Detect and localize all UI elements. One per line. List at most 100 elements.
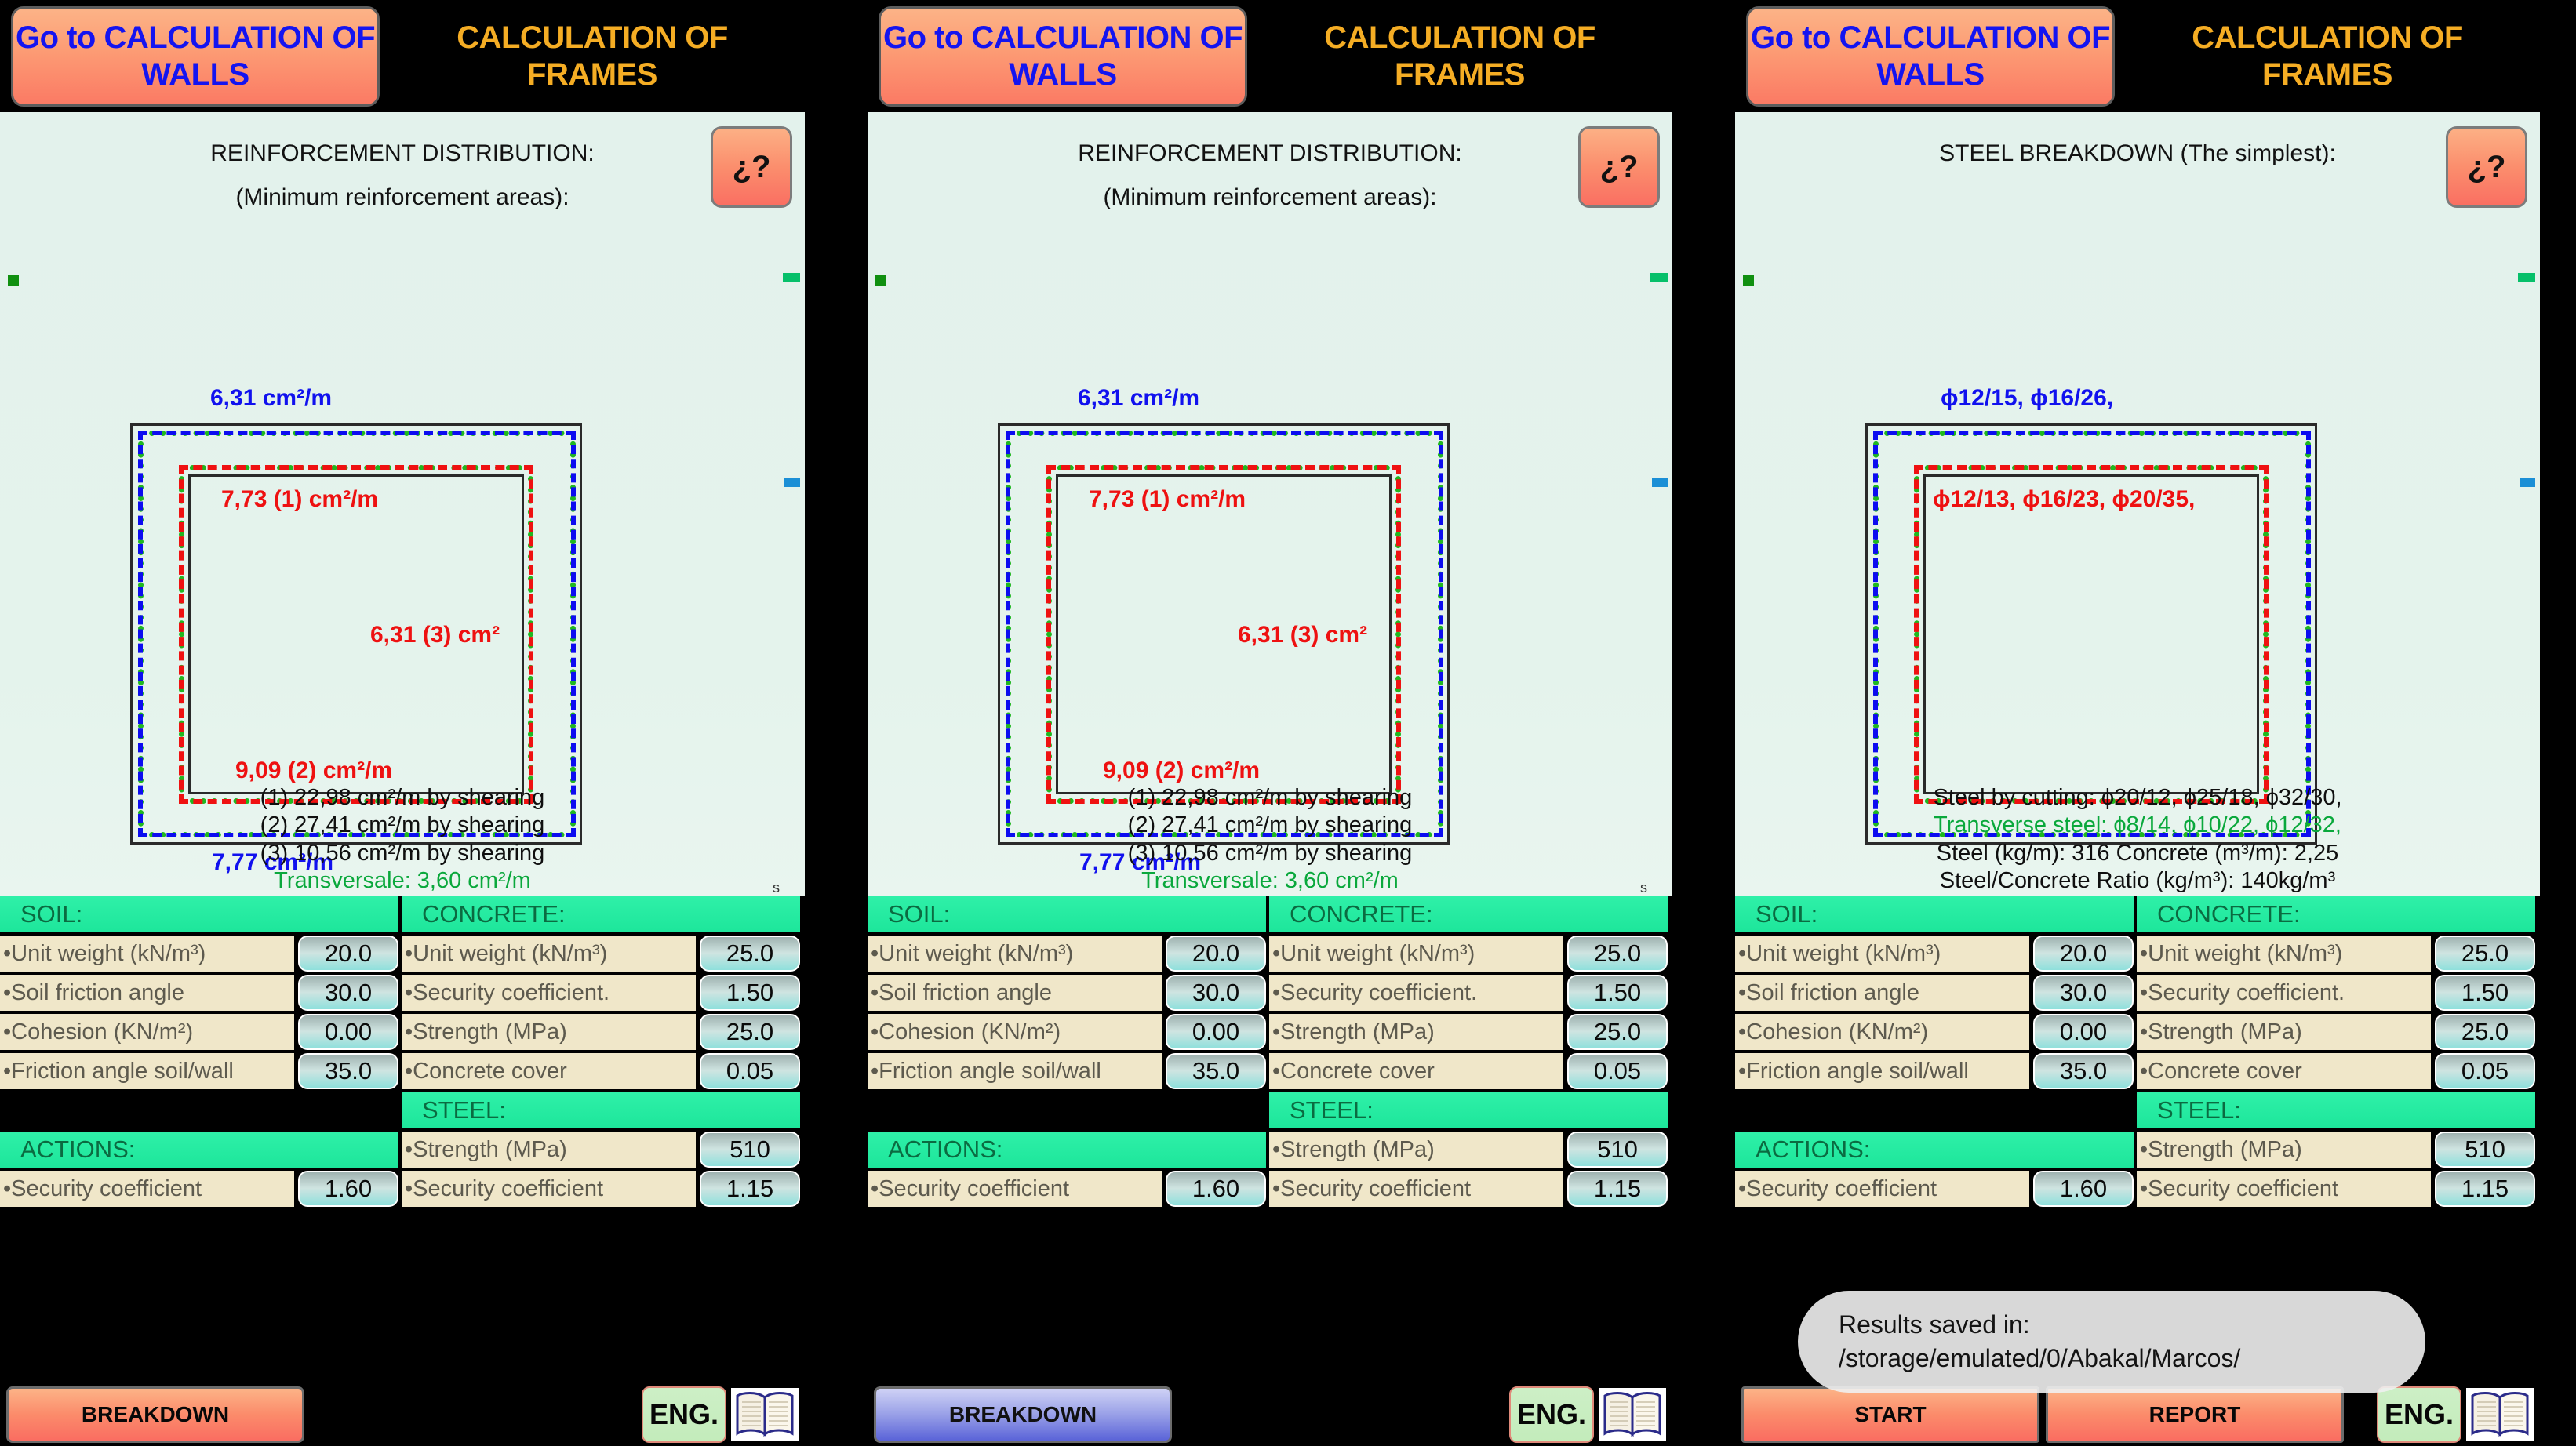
row-value[interactable]: 1.50 [2435, 975, 2535, 1011]
table-row[interactable]: •Security coefficient 1.60 [0, 1171, 398, 1207]
soil-header: SOIL: [0, 896, 398, 932]
book-icon[interactable] [1599, 1388, 1666, 1441]
calculation-of-frames-title[interactable]: CALCULATION OF FRAMES [1275, 6, 1644, 107]
row-value[interactable]: 0.00 [1166, 1014, 1266, 1050]
row-value[interactable]: 0.05 [700, 1053, 800, 1089]
row-value[interactable]: 35.0 [2033, 1053, 2134, 1089]
row-value[interactable]: 30.0 [2033, 975, 2134, 1011]
breakdown-button[interactable]: BREAKDOWN [874, 1386, 1172, 1443]
table-row[interactable]: •Unit weight (kN/m³) 20.0 [868, 936, 1266, 972]
table-row[interactable]: •Strength (MPa) 510 [1269, 1132, 1668, 1168]
concrete-column: CONCRETE: •Unit weight (kN/m³) 25.0 •Sec… [402, 896, 800, 1210]
help-button[interactable]: ¿? [711, 126, 792, 208]
table-row[interactable]: •Security coefficient 1.60 [1735, 1171, 2134, 1207]
row-value[interactable]: 1.60 [298, 1171, 398, 1207]
table-row[interactable]: •Friction angle soil/wall 35.0 [1735, 1053, 2134, 1089]
frames-title-label: CALCULATION OF FRAMES [2192, 20, 2463, 92]
row-value[interactable]: 1.60 [2033, 1171, 2134, 1207]
row-label: •Security coefficient [0, 1171, 294, 1207]
row-value[interactable]: 25.0 [1567, 936, 1668, 972]
table-row[interactable]: •Security coefficient 1.60 [868, 1171, 1266, 1207]
report-button[interactable]: REPORT [2046, 1386, 2344, 1443]
help-button[interactable]: ¿? [1578, 126, 1660, 208]
row-value[interactable]: 20.0 [1166, 936, 1266, 972]
row-value[interactable]: 510 [2435, 1132, 2535, 1168]
table-row[interactable]: •Cohesion (KN/m²) 0.00 [1735, 1014, 2134, 1050]
go-to-calculation-of-walls-button[interactable]: Go to CALCULATION OF WALLS [1746, 6, 2115, 107]
book-icon[interactable] [731, 1388, 799, 1441]
table-row[interactable]: •Unit weight (kN/m³) 20.0 [0, 936, 398, 972]
book-icon[interactable] [2466, 1388, 2534, 1441]
table-row[interactable]: •Cohesion (KN/m²) 0.00 [0, 1014, 398, 1050]
calculation-of-frames-title[interactable]: CALCULATION OF FRAMES [2143, 6, 2512, 107]
go-to-calculation-of-walls-button[interactable]: Go to CALCULATION OF WALLS [879, 6, 1247, 107]
footer-bar-3: START REPORT ENG. [1735, 1383, 2540, 1446]
frames-title-label: CALCULATION OF FRAMES [457, 20, 728, 92]
row-value[interactable]: 0.00 [2033, 1014, 2134, 1050]
row-value[interactable]: 1.15 [700, 1171, 800, 1207]
table-row[interactable]: •Strength (MPa) 25.0 [2137, 1014, 2535, 1050]
table-row[interactable]: •Soil friction angle 30.0 [1735, 975, 2134, 1011]
table-row[interactable]: •Strength (MPa) 25.0 [1269, 1014, 1668, 1050]
row-value[interactable]: 35.0 [1166, 1053, 1266, 1089]
table-row[interactable]: •Concrete cover 0.05 [2137, 1053, 2535, 1089]
row-value[interactable]: 1.50 [1567, 975, 1668, 1011]
marker-left-green [8, 275, 19, 286]
table-row[interactable]: •Unit weight (kN/m³) 25.0 [1269, 936, 1668, 972]
table-row[interactable]: •Security coefficient. 1.50 [402, 975, 800, 1011]
row-value[interactable]: 510 [1567, 1132, 1668, 1168]
row-value[interactable]: 25.0 [2435, 1014, 2535, 1050]
table-row[interactable]: •Security coefficient. 1.50 [2137, 975, 2535, 1011]
table-row[interactable]: •Security coefficient 1.15 [1269, 1171, 1668, 1207]
row-value[interactable]: 25.0 [700, 936, 800, 972]
start-button[interactable]: START [1741, 1386, 2039, 1443]
row-value[interactable]: 20.0 [298, 936, 398, 972]
diagram-inner-bottom-label: 9,09 (2) cm²/m [1103, 758, 1261, 783]
diagram-notes-2: (1) 22,98 cm²/m by shearing (2) 27,41 cm… [868, 784, 1672, 896]
row-value[interactable]: 30.0 [1166, 975, 1266, 1011]
row-value[interactable]: 1.60 [1166, 1171, 1266, 1207]
language-button[interactable]: ENG. [1509, 1386, 1594, 1443]
row-value[interactable]: 510 [700, 1132, 800, 1168]
concrete-header: CONCRETE: [402, 896, 800, 932]
row-value[interactable]: 35.0 [298, 1053, 398, 1089]
row-value[interactable]: 0.05 [2435, 1053, 2535, 1089]
help-button[interactable]: ¿? [2446, 126, 2527, 208]
row-value[interactable]: 1.15 [2435, 1171, 2535, 1207]
table-row[interactable]: •Friction angle soil/wall 35.0 [868, 1053, 1266, 1089]
panel-2: Go to CALCULATION OF WALLS CALCULATION O… [868, 0, 1672, 1446]
table-row[interactable]: •Soil friction angle 30.0 [0, 975, 398, 1011]
row-value[interactable]: 20.0 [2033, 936, 2134, 972]
table-row[interactable]: •Cohesion (KN/m²) 0.00 [868, 1014, 1266, 1050]
concrete-header: CONCRETE: [1269, 896, 1668, 932]
row-value[interactable]: 1.50 [700, 975, 800, 1011]
table-row[interactable]: •Unit weight (kN/m³) 20.0 [1735, 936, 2134, 972]
table-row[interactable]: •Strength (MPa) 25.0 [402, 1014, 800, 1050]
row-value[interactable]: 25.0 [700, 1014, 800, 1050]
row-value[interactable]: 1.15 [1567, 1171, 1668, 1207]
language-button[interactable]: ENG. [2377, 1386, 2461, 1443]
row-value[interactable]: 25.0 [1567, 1014, 1668, 1050]
row-value[interactable]: 0.05 [1567, 1053, 1668, 1089]
go-to-calculation-of-walls-button[interactable]: Go to CALCULATION OF WALLS [11, 6, 380, 107]
table-row[interactable]: •Unit weight (kN/m³) 25.0 [2137, 936, 2535, 972]
row-value[interactable]: 0.00 [298, 1014, 398, 1050]
toast-line-2: /storage/emulated/0/Abakal/Marcos/ [1839, 1344, 2241, 1372]
table-row[interactable]: •Security coefficient 1.15 [402, 1171, 800, 1207]
table-row[interactable]: •Strength (MPa) 510 [402, 1132, 800, 1168]
breakdown-label: BREAKDOWN [948, 1402, 1097, 1426]
breakdown-button[interactable]: BREAKDOWN [6, 1386, 304, 1443]
table-row[interactable]: •Concrete cover 0.05 [402, 1053, 800, 1089]
table-row[interactable]: •Unit weight (kN/m³) 25.0 [402, 936, 800, 972]
row-value[interactable]: 25.0 [2435, 936, 2535, 972]
diagram-caption-1: REINFORCEMENT DISTRIBUTION: [210, 140, 595, 166]
calculation-of-frames-title[interactable]: CALCULATION OF FRAMES [408, 6, 777, 107]
table-row[interactable]: •Security coefficient 1.15 [2137, 1171, 2535, 1207]
table-row[interactable]: •Friction angle soil/wall 35.0 [0, 1053, 398, 1089]
table-row[interactable]: •Strength (MPa) 510 [2137, 1132, 2535, 1168]
table-row[interactable]: •Security coefficient. 1.50 [1269, 975, 1668, 1011]
table-row[interactable]: •Concrete cover 0.05 [1269, 1053, 1668, 1089]
table-row[interactable]: •Soil friction angle 30.0 [868, 975, 1266, 1011]
row-value[interactable]: 30.0 [298, 975, 398, 1011]
language-button[interactable]: ENG. [642, 1386, 726, 1443]
